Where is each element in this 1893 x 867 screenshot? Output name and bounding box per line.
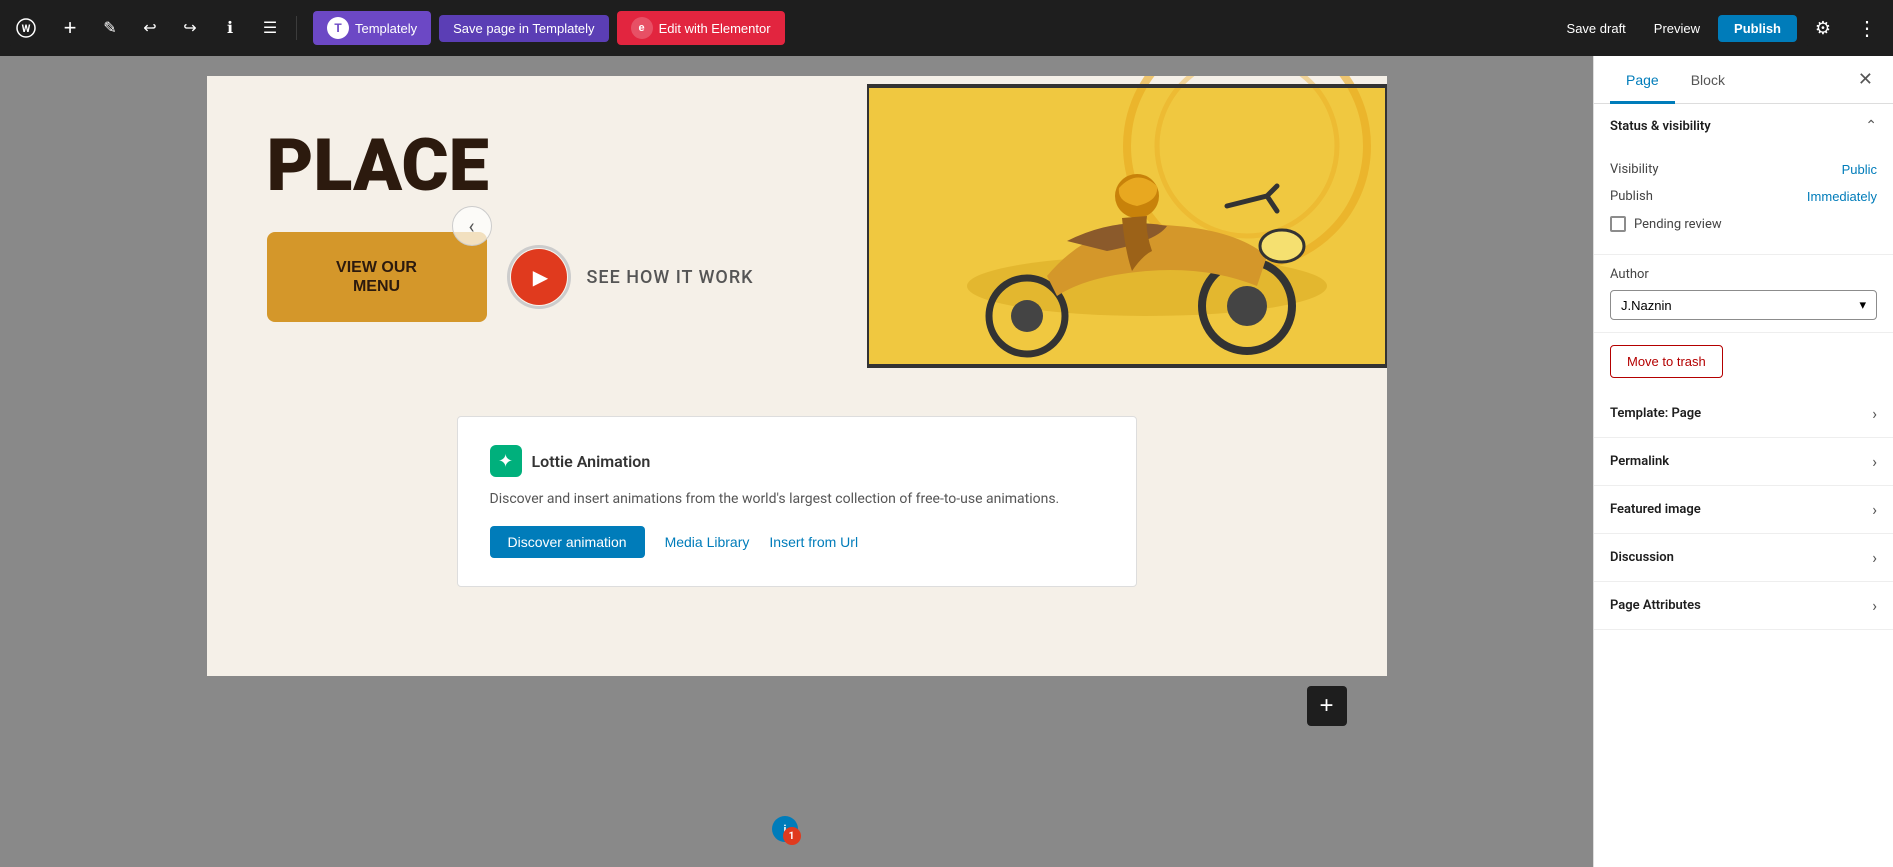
- scooter-svg: [867, 76, 1387, 376]
- visibility-label: Visibility: [1610, 162, 1659, 177]
- page-attributes-section-title: Page Attributes: [1610, 598, 1701, 613]
- page-canvas: PLACE ‹ VIEW OUR MENU ▶: [207, 76, 1387, 676]
- lottie-section: ✦ Lottie Animation Discover and insert a…: [207, 376, 1387, 627]
- author-content: Author J.Naznin ▾: [1594, 255, 1893, 332]
- publish-row: Publish Immediately: [1610, 183, 1877, 210]
- featured-image-section-header[interactable]: Featured image ›: [1594, 486, 1893, 533]
- add-block-button[interactable]: +: [1307, 686, 1347, 726]
- hero-cta-row: ‹ VIEW OUR MENU ▶ SEE HOW IT WORK: [267, 232, 827, 322]
- media-library-link[interactable]: Media Library: [665, 534, 750, 550]
- elementor-icon: e: [631, 17, 653, 39]
- redo-button[interactable]: ↪: [172, 10, 208, 46]
- page-attributes-chevron-icon: ›: [1872, 596, 1877, 615]
- edit-elementor-button[interactable]: e Edit with Elementor: [617, 11, 785, 45]
- template-section: Template: Page ›: [1594, 390, 1893, 438]
- lottie-title: Lottie Animation: [532, 452, 651, 471]
- discussion-section-title: Discussion: [1610, 550, 1674, 565]
- hero-section: PLACE ‹ VIEW OUR MENU ▶: [207, 76, 1387, 376]
- featured-image-chevron-icon: ›: [1872, 500, 1877, 519]
- visibility-row: Visibility Public: [1610, 156, 1877, 183]
- author-select[interactable]: J.Naznin ▾: [1610, 290, 1877, 320]
- author-chevron-icon: ▾: [1859, 297, 1866, 313]
- move-to-trash-button[interactable]: Move to trash: [1610, 345, 1723, 378]
- see-how-text: SEE HOW IT WORK: [587, 267, 754, 288]
- more-tools-button[interactable]: ☰: [252, 10, 288, 46]
- pending-review-checkbox[interactable]: [1610, 216, 1626, 232]
- hero-image: [867, 76, 1387, 376]
- sidebar-header: Page Block ✕: [1594, 56, 1893, 104]
- permalink-chevron-icon: ›: [1872, 452, 1877, 471]
- status-visibility-content: Visibility Public Publish Immediately Pe…: [1594, 148, 1893, 254]
- play-icon[interactable]: ▶: [511, 249, 567, 305]
- svg-text:W: W: [22, 24, 31, 35]
- discussion-chevron-icon: ›: [1872, 548, 1877, 567]
- lottie-actions: Discover animation Media Library Insert …: [490, 526, 1104, 558]
- pending-review-row: Pending review: [1610, 210, 1877, 238]
- main-layout: PLACE ‹ VIEW OUR MENU ▶: [0, 56, 1893, 867]
- status-visibility-header[interactable]: Status & visibility ⌃: [1594, 104, 1893, 148]
- move-to-trash-wrap: Move to trash: [1594, 333, 1893, 390]
- lottie-header: ✦ Lottie Animation: [490, 445, 1104, 477]
- add-block-wrap: +: [207, 676, 1387, 736]
- hero-left: PLACE ‹ VIEW OUR MENU ▶: [207, 76, 867, 376]
- discussion-section-header[interactable]: Discussion ›: [1594, 534, 1893, 581]
- sidebar-close-button[interactable]: ✕: [1854, 65, 1877, 94]
- author-label: Author: [1610, 267, 1877, 282]
- toolbar-center: T Templately Save page in Templately e E…: [313, 11, 785, 45]
- permalink-section-title: Permalink: [1610, 454, 1669, 469]
- preview-button[interactable]: Preview: [1644, 15, 1710, 42]
- notification-button[interactable]: i 1: [767, 811, 803, 847]
- lottie-icon: ✦: [490, 445, 522, 477]
- settings-button[interactable]: ⚙: [1805, 10, 1841, 46]
- notification-badge-wrap: i 1: [767, 811, 803, 847]
- toolbar-right: Save draft Preview Publish ⚙ ⋮: [1557, 10, 1885, 46]
- tab-block[interactable]: Block: [1675, 56, 1741, 104]
- page-attributes-section: Page Attributes ›: [1594, 582, 1893, 630]
- permalink-section-header[interactable]: Permalink ›: [1594, 438, 1893, 485]
- tab-page[interactable]: Page: [1610, 56, 1675, 104]
- play-circle[interactable]: ▶: [507, 245, 571, 309]
- more-options-button[interactable]: ⋮: [1849, 10, 1885, 46]
- permalink-section: Permalink ›: [1594, 438, 1893, 486]
- publish-button[interactable]: Publish: [1718, 15, 1797, 42]
- sidebar-panel: Page Block ✕ Status & visibility ⌃ Visib…: [1593, 56, 1893, 867]
- toolbar: W + ✎ ↩ ↪ ℹ ☰ T Templately Save page in …: [0, 0, 1893, 56]
- template-section-title: Template: Page: [1610, 406, 1701, 421]
- save-page-templately-button[interactable]: Save page in Templately: [439, 15, 608, 42]
- status-visibility-section: Status & visibility ⌃ Visibility Public …: [1594, 104, 1893, 255]
- author-section: Author J.Naznin ▾: [1594, 255, 1893, 333]
- template-chevron-icon: ›: [1872, 404, 1877, 423]
- undo-button[interactable]: ↩: [132, 10, 168, 46]
- page-attributes-section-header[interactable]: Page Attributes ›: [1594, 582, 1893, 629]
- lottie-description: Discover and insert animations from the …: [490, 489, 1104, 510]
- content-area: PLACE ‹ VIEW OUR MENU ▶: [0, 56, 1593, 867]
- pending-review-label: Pending review: [1634, 217, 1722, 232]
- discussion-section: Discussion ›: [1594, 534, 1893, 582]
- insert-from-url-link[interactable]: Insert from Url: [769, 534, 858, 550]
- nav-arrow-icon[interactable]: ‹: [452, 206, 492, 246]
- featured-image-section-title: Featured image: [1610, 502, 1701, 517]
- toolbar-separator: [296, 16, 297, 40]
- visibility-value-button[interactable]: Public: [1842, 162, 1877, 177]
- status-visibility-chevron-icon: ⌃: [1865, 118, 1877, 134]
- lottie-block: ✦ Lottie Animation Discover and insert a…: [457, 416, 1137, 587]
- add-block-toolbar-button[interactable]: +: [52, 10, 88, 46]
- edit-button[interactable]: ✎: [92, 10, 128, 46]
- info-button[interactable]: ℹ: [212, 10, 248, 46]
- template-section-header[interactable]: Template: Page ›: [1594, 390, 1893, 437]
- publish-value-button[interactable]: Immediately: [1807, 189, 1877, 204]
- templately-icon: T: [327, 17, 349, 39]
- templately-button[interactable]: T Templately: [313, 11, 431, 45]
- play-button-wrap: ▶ SEE HOW IT WORK: [507, 245, 754, 309]
- status-visibility-title: Status & visibility: [1610, 119, 1711, 134]
- publish-label: Publish: [1610, 189, 1653, 204]
- notification-count: 1: [783, 827, 801, 845]
- save-draft-button[interactable]: Save draft: [1557, 15, 1636, 42]
- wp-logo-icon[interactable]: W: [8, 10, 44, 46]
- featured-image-section: Featured image ›: [1594, 486, 1893, 534]
- discover-animation-button[interactable]: Discover animation: [490, 526, 645, 558]
- view-menu-button[interactable]: VIEW OUR MENU: [267, 232, 487, 322]
- page-title: PLACE: [267, 130, 827, 202]
